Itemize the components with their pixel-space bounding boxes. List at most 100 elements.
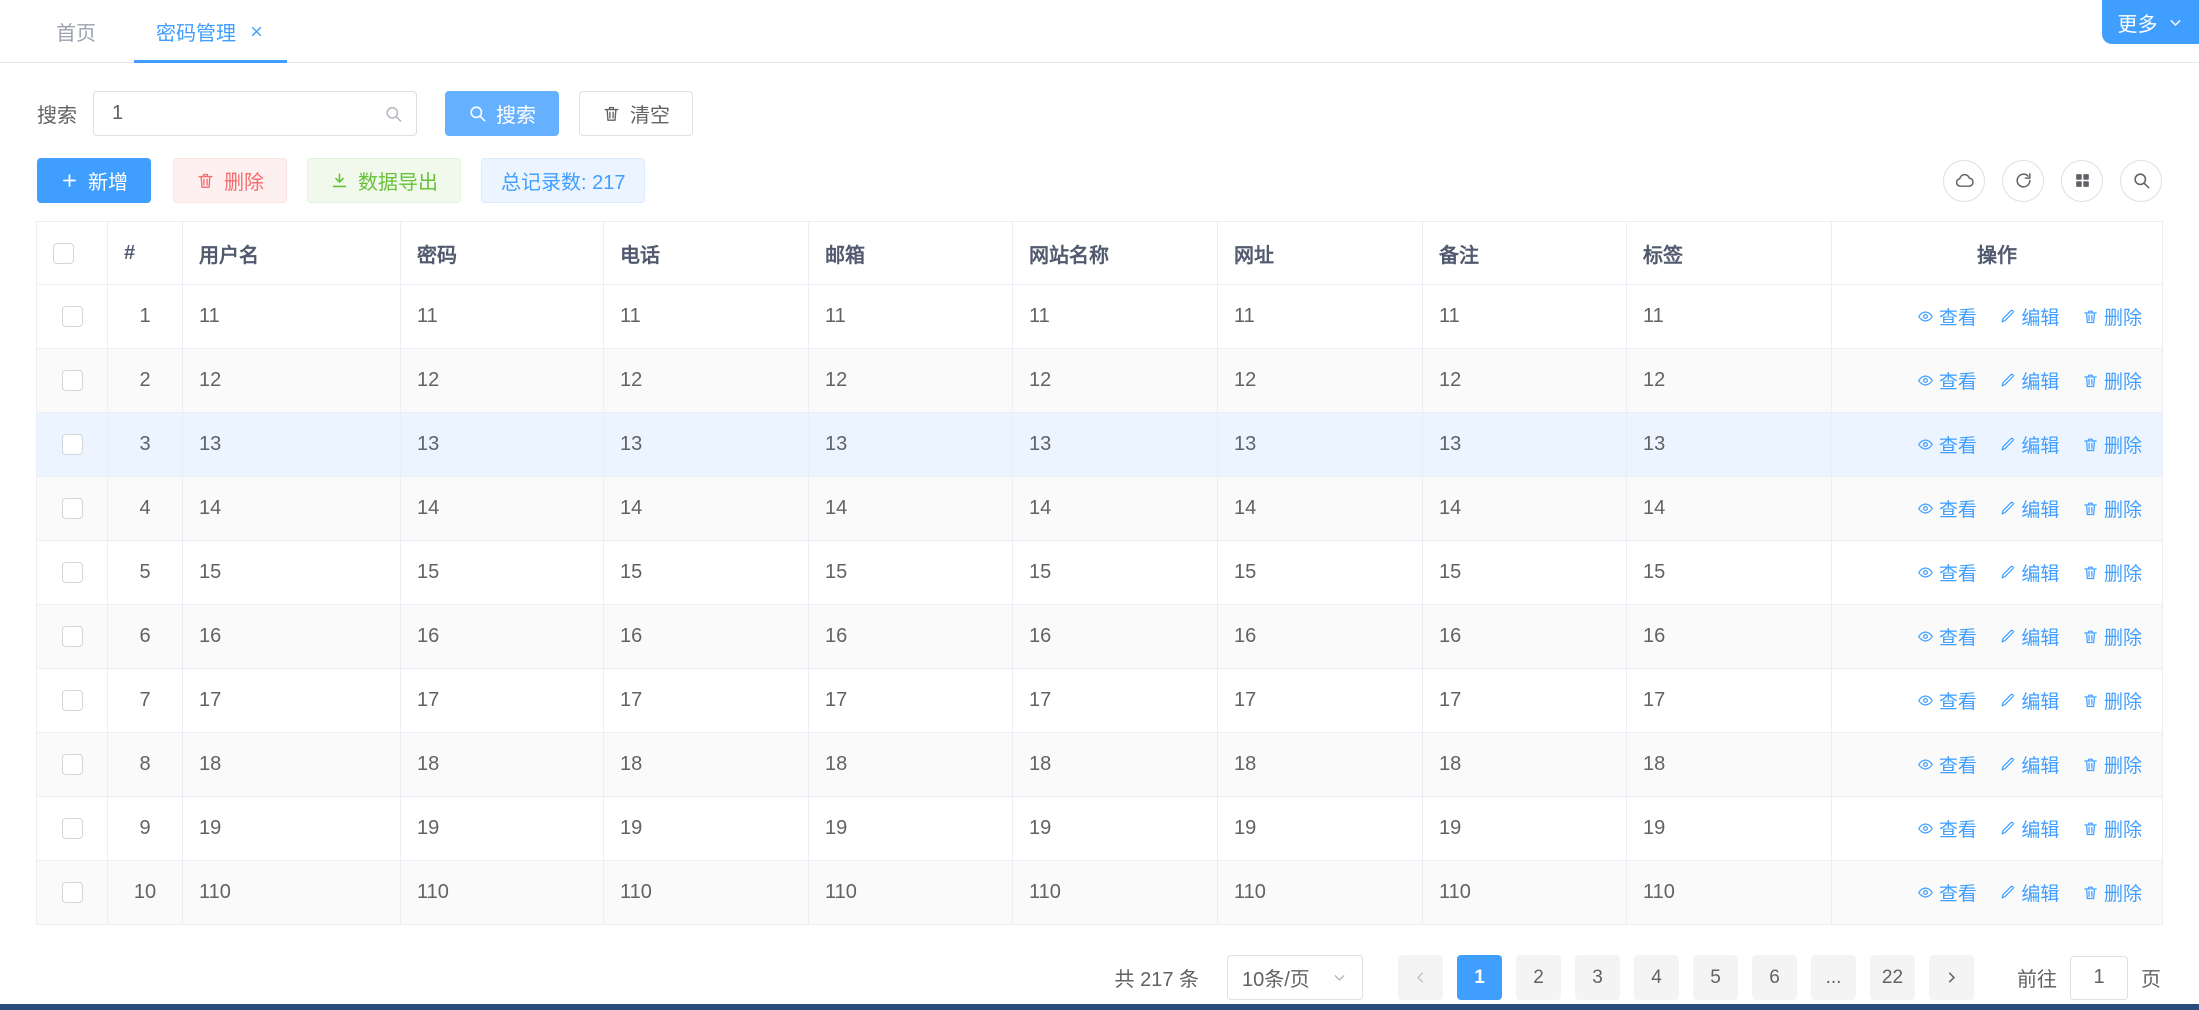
view-link[interactable]: 查看 — [1917, 879, 1977, 906]
edit-link[interactable]: 编辑 — [1999, 751, 2059, 778]
prev-page-button[interactable] — [1398, 955, 1443, 1000]
trash-icon — [2082, 884, 2099, 901]
page-button-2[interactable]: 2 — [1516, 955, 1561, 1000]
cell-phone: 12 — [604, 349, 809, 413]
table-row[interactable]: 8 18 18 18 18 18 18 18 18 查看 编辑 删除 — [37, 733, 2163, 797]
edit-link[interactable]: 编辑 — [1999, 303, 2059, 330]
row-checkbox[interactable] — [62, 818, 83, 839]
table-row[interactable]: 6 16 16 16 16 16 16 16 16 查看 编辑 删除 — [37, 605, 2163, 669]
view-link[interactable]: 查看 — [1917, 623, 1977, 650]
delete-link[interactable]: 删除 — [2082, 367, 2142, 394]
edit-link[interactable]: 编辑 — [1999, 687, 2059, 714]
col-url: 网址 — [1218, 222, 1423, 285]
view-link[interactable]: 查看 — [1917, 751, 1977, 778]
search-input[interactable] — [93, 91, 417, 136]
cell-url: 14 — [1218, 477, 1423, 541]
eye-icon — [1917, 756, 1934, 773]
table-row[interactable]: 3 13 13 13 13 13 13 13 13 查看 编辑 删除 — [37, 413, 2163, 477]
goto-page-input[interactable] — [2070, 956, 2128, 1000]
pencil-icon — [1999, 820, 2016, 837]
edit-link[interactable]: 编辑 — [1999, 495, 2059, 522]
pencil-icon — [1999, 500, 2016, 517]
pencil-icon — [1999, 692, 2016, 709]
column-settings-button[interactable] — [2061, 160, 2103, 202]
tab-home[interactable]: 首页 — [26, 0, 126, 62]
edit-link[interactable]: 编辑 — [1999, 559, 2059, 586]
view-link[interactable]: 查看 — [1917, 367, 1977, 394]
cell-url: 11 — [1218, 285, 1423, 349]
page-button-3[interactable]: 3 — [1575, 955, 1620, 1000]
row-checkbox[interactable] — [62, 306, 83, 327]
table-row[interactable]: 9 19 19 19 19 19 19 19 19 查看 编辑 删除 — [37, 797, 2163, 861]
row-checkbox[interactable] — [62, 626, 83, 647]
row-checkbox[interactable] — [62, 562, 83, 583]
edit-link[interactable]: 编辑 — [1999, 879, 2059, 906]
cell-site-name: 15 — [1013, 541, 1218, 605]
row-checkbox[interactable] — [62, 434, 83, 455]
trash-icon — [2082, 308, 2099, 325]
table-row[interactable]: 4 14 14 14 14 14 14 14 14 查看 编辑 删除 — [37, 477, 2163, 541]
toolbar-row: 新增 删除 数据导出 总记录数: 217 — [37, 158, 2162, 203]
delete-button[interactable]: 删除 — [173, 158, 287, 203]
cell-phone: 18 — [604, 733, 809, 797]
cell-tag: 14 — [1627, 477, 1832, 541]
password-table: # 用户名 密码 电话 邮箱 网站名称 网址 备注 标签 操作 1 11 11 … — [36, 221, 2163, 925]
refresh-button[interactable] — [2002, 160, 2044, 202]
clear-button[interactable]: 清空 — [579, 91, 693, 136]
table-row[interactable]: 7 17 17 17 17 17 17 17 17 查看 编辑 删除 — [37, 669, 2163, 733]
delete-link[interactable]: 删除 — [2082, 303, 2142, 330]
edit-link[interactable]: 编辑 — [1999, 623, 2059, 650]
delete-link[interactable]: 删除 — [2082, 751, 2142, 778]
row-checkbox[interactable] — [62, 754, 83, 775]
delete-link[interactable]: 删除 — [2082, 623, 2142, 650]
delete-link[interactable]: 删除 — [2082, 495, 2142, 522]
delete-link[interactable]: 删除 — [2082, 815, 2142, 842]
view-link[interactable]: 查看 — [1917, 303, 1977, 330]
page-button-4[interactable]: 4 — [1634, 955, 1679, 1000]
table-row[interactable]: 10 110 110 110 110 110 110 110 110 查看 编辑… — [37, 861, 2163, 925]
page-ellipsis[interactable]: ... — [1811, 955, 1856, 1000]
row-index-cell: 7 — [108, 669, 183, 733]
cloud-download-button[interactable] — [1943, 160, 1985, 202]
search-button[interactable]: 搜索 — [445, 91, 559, 136]
view-link[interactable]: 查看 — [1917, 815, 1977, 842]
table-search-button[interactable] — [2120, 160, 2162, 202]
page-button-22[interactable]: 22 — [1870, 955, 1915, 1000]
edit-link[interactable]: 编辑 — [1999, 431, 2059, 458]
delete-link[interactable]: 删除 — [2082, 431, 2142, 458]
edit-link[interactable]: 编辑 — [1999, 815, 2059, 842]
table-row[interactable]: 5 15 15 15 15 15 15 15 15 查看 编辑 删除 — [37, 541, 2163, 605]
table-row[interactable]: 1 11 11 11 11 11 11 11 11 查看 编辑 删除 — [37, 285, 2163, 349]
row-checkbox[interactable] — [62, 498, 83, 519]
view-link[interactable]: 查看 — [1917, 495, 1977, 522]
row-checkbox[interactable] — [62, 370, 83, 391]
cell-tag: 16 — [1627, 605, 1832, 669]
cell-password: 11 — [401, 285, 604, 349]
cell-username: 13 — [183, 413, 401, 477]
pencil-icon — [1999, 564, 2016, 581]
more-button[interactable]: 更多 — [2102, 0, 2199, 44]
tab-password-management[interactable]: 密码管理 — [126, 0, 295, 62]
delete-button-label: 删除 — [224, 166, 264, 195]
delete-link[interactable]: 删除 — [2082, 687, 2142, 714]
row-checkbox[interactable] — [62, 882, 83, 903]
row-checkbox[interactable] — [62, 690, 83, 711]
next-page-button[interactable] — [1929, 955, 1974, 1000]
tab-close-icon[interactable] — [248, 23, 265, 40]
export-button[interactable]: 数据导出 — [307, 158, 461, 203]
edit-link[interactable]: 编辑 — [1999, 367, 2059, 394]
add-button[interactable]: 新增 — [37, 158, 151, 203]
view-link[interactable]: 查看 — [1917, 559, 1977, 586]
delete-link[interactable]: 删除 — [2082, 879, 2142, 906]
view-link[interactable]: 查看 — [1917, 431, 1977, 458]
cell-url: 110 — [1218, 861, 1423, 925]
delete-link[interactable]: 删除 — [2082, 559, 2142, 586]
page-size-select[interactable]: 10条/页 — [1227, 955, 1363, 1000]
page-button-5[interactable]: 5 — [1693, 955, 1738, 1000]
cell-note: 16 — [1423, 605, 1627, 669]
select-all-checkbox[interactable] — [53, 243, 74, 264]
view-link[interactable]: 查看 — [1917, 687, 1977, 714]
table-row[interactable]: 2 12 12 12 12 12 12 12 12 查看 编辑 删除 — [37, 349, 2163, 413]
page-button-1[interactable]: 1 — [1457, 955, 1502, 1000]
page-button-6[interactable]: 6 — [1752, 955, 1797, 1000]
